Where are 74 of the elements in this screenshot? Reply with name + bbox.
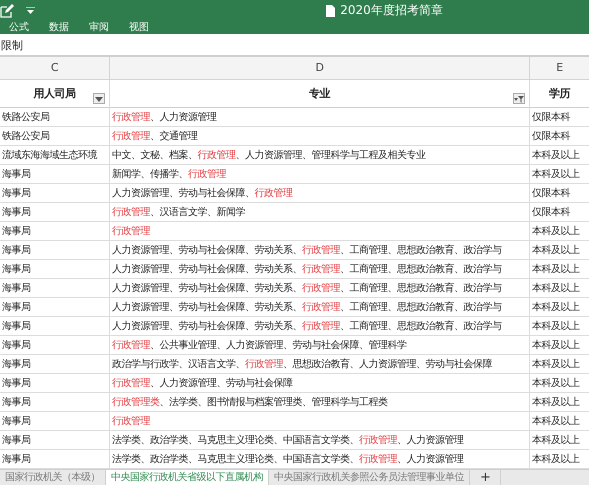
table-cell: 海事局 bbox=[0, 241, 110, 260]
table-cell: 仅限本科 bbox=[530, 203, 589, 222]
table-cell: 海事局 bbox=[0, 184, 110, 203]
edit-icon[interactable] bbox=[0, 4, 14, 18]
table-cell: 行政管理、汉语言文学、新闻学 bbox=[110, 203, 530, 222]
table-cell: 行政管理、人力资源管理 bbox=[110, 108, 530, 127]
table-cell: 中文、文秘、档案、行政管理、人力资源管理、管理科学与工程及相关专业 bbox=[110, 146, 530, 165]
table-cell: 本科及以上 bbox=[530, 146, 589, 165]
column-letter[interactable]: D bbox=[110, 57, 530, 80]
table-cell: 政治学与行政学、汉语言文学、行政管理、思想政治教育、人力资源管理、劳动与社会保障 bbox=[110, 355, 530, 374]
table-cell: 本科及以上 bbox=[530, 431, 589, 450]
table-cell: 铁路公安局 bbox=[0, 108, 110, 127]
table-cell: 海事局 bbox=[0, 298, 110, 317]
table-cell: 人力资源管理、劳动与社会保障、劳动关系、行政管理、工商管理、思想政治教育、政治学与 bbox=[110, 317, 530, 336]
table-cell: 铁路公安局 bbox=[0, 127, 110, 146]
table-cell: 仅限本科 bbox=[530, 127, 589, 146]
column-letter[interactable]: C bbox=[0, 57, 110, 80]
table-cell: 本科及以上 bbox=[530, 317, 589, 336]
table-cell: 行政管理 bbox=[110, 222, 530, 241]
window-title: 2020年度招考简章 bbox=[340, 2, 443, 19]
filter-button[interactable] bbox=[93, 93, 105, 104]
ribbon-tab[interactable]: 公式 bbox=[9, 21, 29, 34]
table-cell: 海事局 bbox=[0, 355, 110, 374]
header-text: 学历 bbox=[549, 86, 570, 101]
table-cell: 人力资源管理、劳动与社会保障、劳动关系、行政管理、工商管理、思想政治教育、政治学与 bbox=[110, 241, 530, 260]
header-text: 用人司局 bbox=[34, 86, 76, 101]
ribbon-tab[interactable]: 审阅 bbox=[89, 21, 109, 34]
formula-value[interactable]: 限制 bbox=[0, 39, 23, 52]
table-cell: 人力资源管理、劳动与社会保障、劳动关系、行政管理、工商管理、思想政治教育、政治学与 bbox=[110, 260, 530, 279]
table-cell: 本科及以上 bbox=[530, 222, 589, 241]
table-cell: 本科及以上 bbox=[530, 393, 589, 412]
table-cell: 本科及以上 bbox=[530, 165, 589, 184]
table-cell: 新闻学、传播学、行政管理 bbox=[110, 165, 530, 184]
sheet-tab[interactable]: 中央国家行政机关参照公务员法管理事业单位 bbox=[269, 470, 470, 485]
table-cell: 行政管理类、法学类、图书情报与档案管理类、管理科学与工程类 bbox=[110, 393, 530, 412]
table-cell: 海事局 bbox=[0, 374, 110, 393]
table-cell: 海事局 bbox=[0, 260, 110, 279]
table-cell: 行政管理、公共事业管理、人力资源管理、劳动与社会保障、管理科学 bbox=[110, 336, 530, 355]
table-cell: 本科及以上 bbox=[530, 241, 589, 260]
table-cell: 人力资源管理、劳动与社会保障、劳动关系、行政管理、工商管理、思想政治教育、政治学与 bbox=[110, 298, 530, 317]
table-cell: 行政管理、人力资源管理、劳动与社会保障 bbox=[110, 374, 530, 393]
table-cell: 本科及以上 bbox=[530, 412, 589, 431]
filter-button[interactable] bbox=[513, 93, 525, 104]
table-cell: 仅限本科 bbox=[530, 108, 589, 127]
table-cell: 法学类、政治学类、马克思主义理论类、中国语言文学类、行政管理、人力资源管理 bbox=[110, 431, 530, 450]
table-cell: 本科及以上 bbox=[530, 298, 589, 317]
table-cell: 海事局 bbox=[0, 203, 110, 222]
table-cell: 海事局 bbox=[0, 279, 110, 298]
table-cell: 海事局 bbox=[0, 412, 110, 431]
table-cell: 人力资源管理、劳动与社会保障、行政管理 bbox=[110, 184, 530, 203]
header-text: 专业 bbox=[309, 86, 330, 101]
table-cell: 海事局 bbox=[0, 317, 110, 336]
table-cell: 人力资源管理、劳动与社会保障、劳动关系、行政管理、工商管理、思想政治教育、政治学与 bbox=[110, 279, 530, 298]
table-cell: 海事局 bbox=[0, 222, 110, 241]
caret-icon[interactable] bbox=[26, 6, 35, 14]
table-cell: 本科及以上 bbox=[530, 355, 589, 374]
document-icon bbox=[326, 4, 336, 16]
table-cell: 本科及以上 bbox=[530, 279, 589, 298]
table-cell: 本科及以上 bbox=[530, 260, 589, 279]
table-cell: 海事局 bbox=[0, 431, 110, 450]
table-cell: 流域东海海域生态环境 bbox=[0, 146, 110, 165]
add-sheet-button[interactable]: + bbox=[470, 470, 502, 485]
table-cell: 行政管理 bbox=[110, 412, 530, 431]
table-cell: 海事局 bbox=[0, 336, 110, 355]
sheet-tab[interactable]: 中央国家行政机关省级以下直属机构 bbox=[106, 470, 269, 485]
ribbon-tab[interactable]: 视图 bbox=[129, 21, 149, 34]
table-cell: 本科及以上 bbox=[530, 336, 589, 355]
table-cell: 海事局 bbox=[0, 393, 110, 412]
table-cell: 海事局 bbox=[0, 165, 110, 184]
table-cell: 仅限本科 bbox=[530, 184, 589, 203]
table-cell: 行政管理、交通管理 bbox=[110, 127, 530, 146]
column-letter[interactable]: E bbox=[530, 57, 589, 80]
ribbon-tab[interactable]: 数据 bbox=[49, 21, 69, 34]
table-cell: 本科及以上 bbox=[530, 374, 589, 393]
